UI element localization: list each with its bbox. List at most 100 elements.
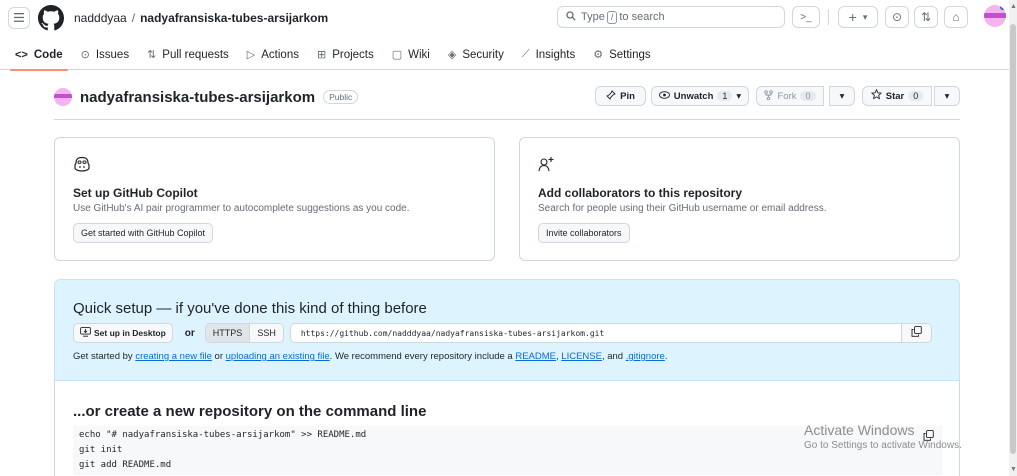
- quick-setup-title: Quick setup — if you've done this kind o…: [73, 300, 427, 317]
- setup-in-desktop-button[interactable]: Set up in Desktop: [73, 323, 173, 343]
- desktop-download-icon: [80, 327, 91, 339]
- inbox-icon: ⌂: [952, 10, 960, 24]
- repo-forked-icon: [764, 89, 774, 103]
- https-toggle[interactable]: HTTPS: [205, 324, 250, 342]
- gitignore-link[interactable]: .gitignore: [626, 351, 665, 362]
- watermark-subtitle: Go to Settings to activate Windows.: [804, 440, 962, 451]
- readme-link[interactable]: README: [515, 351, 556, 362]
- tab-code[interactable]: <> Code: [6, 40, 72, 71]
- issue-opened-icon: ⊙: [891, 10, 903, 24]
- tab-security[interactable]: ◈ Security: [439, 40, 513, 70]
- tab-pull-requests[interactable]: ⇅ Pull requests: [138, 40, 238, 70]
- license-link[interactable]: LICENSE: [561, 351, 602, 362]
- eye-icon: [658, 90, 670, 102]
- copy-url-button[interactable]: [901, 323, 932, 343]
- command-line-title: ...or create a new repository on the com…: [73, 403, 427, 420]
- create-new-button[interactable]: + ▾: [838, 6, 878, 28]
- help-text: Get started by: [73, 351, 133, 362]
- create-new-file-link[interactable]: creating a new file: [135, 351, 212, 362]
- collaborators-card: Add collaborators to this repository Sea…: [519, 137, 960, 261]
- header-divider: [828, 9, 829, 25]
- clone-row: Set up in Desktop or HTTPS SSH https://g…: [73, 323, 941, 343]
- user-avatar[interactable]: [984, 5, 1006, 27]
- or-label: or: [184, 327, 195, 339]
- help-text: .: [664, 351, 668, 362]
- chevron-down-icon: ▾: [944, 90, 950, 102]
- title-divider: [54, 119, 960, 120]
- copilot-card: Set up GitHub Copilot Use GitHub's AI pa…: [54, 137, 495, 261]
- chevron-down-icon: ▾: [862, 11, 868, 22]
- repo-title[interactable]: nadyafransiska-tubes-arsijarkom: [80, 89, 315, 106]
- protocol-toggle: HTTPS SSH: [204, 323, 284, 343]
- code-icon: <>: [15, 48, 28, 61]
- repo-nav: <> Code ⊙ Issues ⇅ Pull requests ▷ Actions ⊞…: [0, 40, 1010, 71]
- fork-count: 0: [800, 91, 816, 101]
- star-label: Star: [885, 90, 905, 102]
- tab-issues[interactable]: ⊙ Issues: [72, 40, 138, 70]
- pin-button[interactable]: Pin: [595, 86, 646, 106]
- pin-icon: [606, 89, 616, 103]
- github-logo-icon[interactable]: [38, 5, 64, 31]
- hamburger-icon: [14, 11, 24, 25]
- tab-label: Wiki: [408, 48, 430, 61]
- tab-label: Issues: [95, 48, 130, 61]
- search-icon: [566, 10, 576, 24]
- chevron-down-icon: ▾: [736, 90, 742, 102]
- copilot-title: Set up GitHub Copilot: [73, 186, 198, 200]
- search-prefix: Type: [581, 11, 605, 23]
- unwatch-button[interactable]: Unwatch 1 ▾: [651, 86, 749, 106]
- page-scrollbar[interactable]: ▲ ▼: [1009, 0, 1017, 476]
- scrollbar-thumb[interactable]: [1010, 24, 1016, 454]
- help-text: or: [214, 351, 223, 362]
- tab-wiki[interactable]: ▢ Wiki: [383, 40, 439, 70]
- issues-button[interactable]: ⊙: [885, 6, 909, 28]
- clone-url-input[interactable]: https://github.com/nadddyaa/nadyafransis…: [289, 323, 902, 343]
- inbox-button[interactable]: ⌂: [944, 6, 968, 28]
- star-dropdown-button[interactable]: ▾: [934, 86, 960, 106]
- scroll-down-icon[interactable]: ▼: [1010, 466, 1017, 473]
- search-input[interactable]: Type / to search: [557, 6, 785, 28]
- play-icon: ▷: [246, 49, 256, 61]
- pin-label: Pin: [620, 90, 635, 102]
- terminal-icon: >_: [800, 11, 812, 23]
- breadcrumb-owner[interactable]: nadddyaa: [74, 11, 127, 25]
- activate-windows-watermark: Activate Windows Go to Settings to activ…: [804, 422, 962, 451]
- git-pull-request-icon: ⇅: [920, 10, 932, 24]
- repo-title-row: nadyafransiska-tubes-arsijarkom Public P…: [54, 86, 960, 108]
- ssh-toggle[interactable]: SSH: [249, 324, 283, 342]
- scroll-up-icon[interactable]: ▲: [1010, 3, 1017, 10]
- visibility-badge: Public: [323, 90, 359, 104]
- issue-icon: ⊙: [80, 49, 90, 61]
- collaborators-title: Add collaborators to this repository: [538, 186, 743, 200]
- search-suffix: to search: [619, 11, 665, 23]
- watch-count: 1: [717, 91, 733, 101]
- shield-icon: ◈: [447, 49, 457, 61]
- pull-requests-button[interactable]: ⇅: [914, 6, 938, 28]
- invite-collaborators-button[interactable]: Invite collaborators: [538, 223, 630, 243]
- fork-dropdown-button[interactable]: ▾: [829, 86, 855, 106]
- star-count: 0: [908, 91, 924, 101]
- tab-actions[interactable]: ▷ Actions: [238, 40, 308, 70]
- fork-button[interactable]: Fork 0: [756, 86, 824, 106]
- table-icon: ⊞: [316, 49, 327, 61]
- upload-file-link[interactable]: uploading an existing file: [226, 351, 330, 362]
- tab-projects[interactable]: ⊞ Projects: [308, 40, 383, 70]
- breadcrumb-repo[interactable]: nadyafransiska-tubes-arsijarkom: [140, 11, 328, 25]
- tab-settings[interactable]: ⚙ Settings: [584, 40, 659, 70]
- quick-setup-panel: Quick setup — if you've done this kind o…: [54, 279, 960, 381]
- tab-label: Projects: [332, 48, 374, 61]
- menu-button[interactable]: [8, 7, 30, 29]
- tab-label: Insights: [535, 48, 576, 61]
- copilot-icon: [73, 156, 476, 178]
- breadcrumb: nadddyaa / nadyafransiska-tubes-arsijarkom: [74, 11, 328, 25]
- command-palette-button[interactable]: >_: [792, 6, 820, 28]
- person-add-icon: [538, 156, 941, 178]
- copilot-description: Use GitHub's AI pair programmer to autoc…: [73, 203, 410, 214]
- help-text: . We recommend every repository include …: [329, 351, 513, 362]
- tab-insights[interactable]: ⟋ Insights: [513, 40, 584, 70]
- copilot-get-started-button[interactable]: Get started with GitHub Copilot: [73, 223, 214, 243]
- help-text: ,: [556, 351, 559, 362]
- star-button[interactable]: Star 0: [862, 86, 932, 106]
- chevron-down-icon: ▾: [839, 90, 845, 102]
- fork-label: Fork: [777, 90, 797, 102]
